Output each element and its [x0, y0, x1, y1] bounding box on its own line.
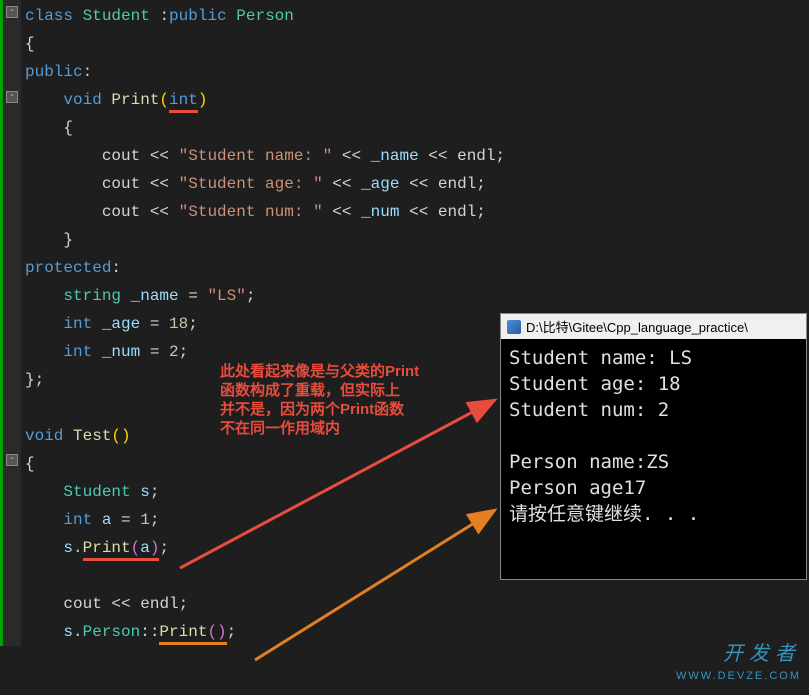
code-line: class Student :public Person	[25, 2, 809, 30]
code-line: }	[25, 226, 809, 254]
code-line: public:	[25, 58, 809, 86]
print-int-param: int	[169, 91, 198, 113]
console-title-text: D:\比特\Gitee\Cpp_language_practice\	[526, 317, 748, 336]
code-line: cout << "Student num: " << _num << endl;	[25, 198, 809, 226]
fold-icon[interactable]: -	[6, 6, 18, 18]
code-line: protected:	[25, 254, 809, 282]
code-line: {	[25, 114, 809, 142]
fold-icon[interactable]: -	[6, 454, 18, 466]
code-line: cout << "Student name: " << _name << end…	[25, 142, 809, 170]
fold-icon[interactable]: -	[6, 91, 18, 103]
code-line: s.Person::Print();	[25, 618, 809, 646]
code-line: {	[25, 30, 809, 58]
watermark: 开发者 WWW.DEVZE.COM	[676, 643, 801, 687]
console-output: Student name: LS Student age: 18 Student…	[501, 339, 806, 579]
console-titlebar[interactable]: D:\比特\Gitee\Cpp_language_practice\	[501, 314, 806, 339]
code-line: cout << "Student age: " << _age << endl;	[25, 170, 809, 198]
console-window[interactable]: D:\比特\Gitee\Cpp_language_practice\ Stude…	[500, 313, 807, 580]
code-line: cout << endl;	[25, 590, 809, 618]
code-line: string _name = "LS";	[25, 282, 809, 310]
console-icon	[507, 320, 521, 334]
annotation-text: 此处看起来像是与父类的Print 函数构成了重载，但实际上 并不是，因为两个Pr…	[220, 362, 419, 438]
code-line: void Print(int)	[25, 86, 809, 114]
